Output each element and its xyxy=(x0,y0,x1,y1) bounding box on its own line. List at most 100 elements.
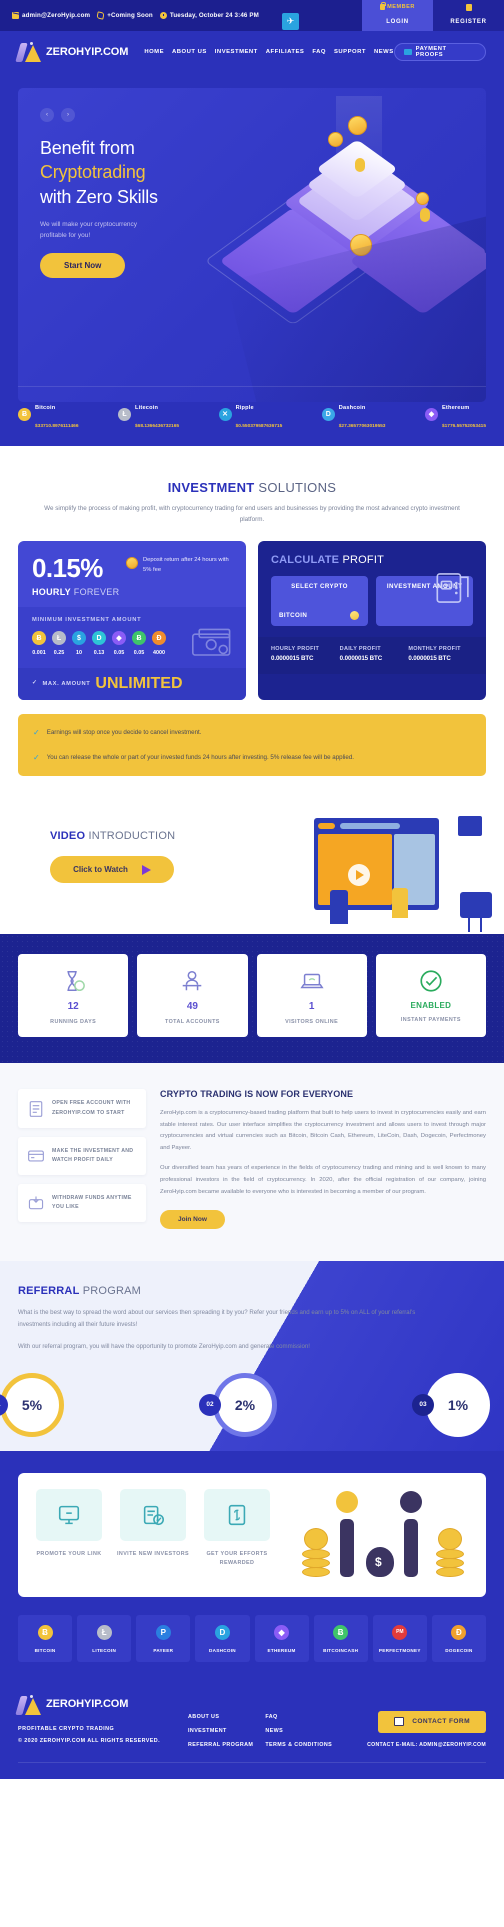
bitcoin-icon xyxy=(350,611,359,621)
footer-link-about-us[interactable]: ABOUT US xyxy=(188,1714,253,1720)
nav-item-affiliates[interactable]: AFFILIATES xyxy=(266,49,305,55)
payment-proofs-icon xyxy=(403,48,412,55)
referral-level-value: 1% xyxy=(426,1372,490,1437)
join-now-button[interactable]: Join Now xyxy=(160,1210,225,1230)
ticker-item: ✕ Ripple $0.550379587636715 xyxy=(218,396,282,432)
ticker-name: Ethereum xyxy=(441,405,470,411)
footer-tagline: PROFITABLE CRYPTO TRADING xyxy=(18,1725,115,1732)
contact-email-item[interactable]: admin@ZeroHyip.com xyxy=(12,12,90,19)
carousel-prev-icon[interactable]: ‹ xyxy=(40,108,54,122)
hero-subtitle: We will make your cryptocurrency profita… xyxy=(40,219,137,241)
hero-title-line1: Benefit from xyxy=(40,138,135,158)
top-bar-info: admin@ZeroHyip.com +Coming Soon Tuesday,… xyxy=(0,0,362,31)
stat-value: 49 xyxy=(186,1001,198,1013)
start-now-button[interactable]: Start Now xyxy=(40,253,126,278)
payeer-icon: $ xyxy=(72,631,86,646)
contact-form-button[interactable]: CONTACT FORM xyxy=(378,1710,486,1733)
crypto-trading-section: OPEN FREE ACCOUNT WITH ZEROHYIP.COM TO S… xyxy=(0,1063,504,1261)
footer-link-news[interactable]: NEWS xyxy=(265,1728,332,1734)
footer-row: ZEROHYIP.COM PROFITABLE CRYPTO TRADING ©… xyxy=(15,1694,486,1748)
footer-link-column-2: FAQ NEWS TERMS & CONDITIONS xyxy=(265,1714,332,1748)
payment-method-bitcoin[interactable]: Ƀ BITCOIN xyxy=(18,1614,73,1662)
payment-method-litecoin[interactable]: Ł LITECOIN xyxy=(77,1614,132,1662)
footer-link-investment[interactable]: INVESTMENT xyxy=(188,1728,253,1734)
payment-proofs-button[interactable]: PAYMENT PROOFS xyxy=(393,42,486,61)
footer-link-referral-program[interactable]: REFERRAL PROGRAM xyxy=(188,1742,253,1748)
select-crypto-label: SELECT CRYPTO xyxy=(291,583,348,591)
referral-heading: REFERRAL PROGRAM xyxy=(18,1285,486,1297)
payment-method-dogecoin[interactable]: Ð DOGECOIN xyxy=(431,1614,486,1662)
nav-item-home[interactable]: HOME xyxy=(144,49,164,55)
contact-phone-item[interactable]: +Coming Soon xyxy=(96,11,153,20)
payment-method-label: BITCOIN xyxy=(34,1647,56,1653)
footer-link-terms[interactable]: TERMS & CONDITIONS xyxy=(265,1742,332,1748)
payment-proofs-label: PAYMENT PROOFS xyxy=(415,45,447,58)
member-label-wrap: MEMBER xyxy=(380,1,415,10)
stat-card-running-days: 12 RUNNING DAYS xyxy=(18,954,129,1038)
calculator-heading: CALCULATE PROFIT xyxy=(271,554,473,566)
brand-logo[interactable]: ZEROHYIP.COM xyxy=(15,41,128,62)
stat-value: 1 xyxy=(308,1001,315,1013)
bitcoincash-icon: Ƀ xyxy=(132,631,146,646)
calculator-top: CALCULATE PROFIT SELECT CRYPTO BITCOIN I… xyxy=(258,541,486,637)
login-label: LOGIN xyxy=(386,19,409,25)
crypto-trading-paragraph: Our diversified team has years of experi… xyxy=(160,1165,486,1195)
payment-method-dashcoin[interactable]: D DASHCOIN xyxy=(195,1614,250,1662)
step-open-account[interactable]: OPEN FREE ACCOUNT WITH ZEROHYIP.COM TO S… xyxy=(18,1089,146,1128)
footer-logo[interactable]: ZEROHYIP.COM xyxy=(15,1694,188,1715)
document-icon xyxy=(29,1100,43,1117)
payment-method-perfectmoney[interactable]: PM PERFECTMONEY xyxy=(372,1614,427,1662)
select-crypto-dropdown[interactable]: SELECT CRYPTO BITCOIN xyxy=(271,576,368,627)
crypto-trading-steps: OPEN FREE ACCOUNT WITH ZEROHYIP.COM TO S… xyxy=(18,1089,146,1231)
footer-link-faq[interactable]: FAQ xyxy=(265,1714,332,1720)
monthly-profit-value: 0.0000015 BTC xyxy=(408,655,451,663)
payment-methods-section: Ƀ BITCOIN Ł LITECOIN P PAYEER D DASHCOIN… xyxy=(0,1614,504,1680)
register-card-icon xyxy=(465,4,472,11)
footer-divider xyxy=(18,1761,486,1763)
step-withdraw-funds[interactable]: WITHDRAW FUNDS ANYTIME YOU LIKE xyxy=(18,1183,146,1222)
notice-item: ✓ Earnings will stop once you decide to … xyxy=(33,727,471,738)
referral-level-value: 2% xyxy=(213,1372,277,1437)
page-root: admin@ZeroHyip.com +Coming Soon Tuesday,… xyxy=(0,0,504,1779)
hourly-profit-label: HOURLY PROFIT xyxy=(271,646,320,653)
login-button[interactable]: MEMBER LOGIN xyxy=(362,0,433,31)
plan-amount: 4000 xyxy=(153,650,165,657)
payment-method-ethereum[interactable]: ◆ ETHEREUM xyxy=(254,1614,309,1662)
promo-label: INVITE NEW INVESTORS xyxy=(117,1550,189,1557)
calculator-heading-bold: CALCULATE xyxy=(271,554,340,567)
ethereum-icon: ◆ xyxy=(112,631,126,646)
carousel-next-icon[interactable]: › xyxy=(61,108,75,122)
payment-method-payeer[interactable]: P PAYEER xyxy=(136,1614,191,1662)
payment-method-bitcoincash[interactable]: Ƀ BITCOINCASH xyxy=(313,1614,368,1662)
plan-note-text: Deposit return after 24 hours with 5% fe… xyxy=(143,557,229,573)
footer-link-column-1: ABOUT US INVESTMENT REFERRAL PROGRAM xyxy=(188,1714,253,1748)
nav-item-support[interactable]: SUPPORT xyxy=(334,49,366,55)
referral-level-value: 5% xyxy=(0,1372,64,1437)
clock-icon xyxy=(159,12,167,19)
ticker-item: ◆ Ethereum $1776.55752053415 xyxy=(424,396,486,432)
register-button[interactable]: REGISTER xyxy=(433,0,504,31)
hero-title-line2: Cryptotrading xyxy=(40,162,146,183)
payment-method-label: PAYEER xyxy=(153,1647,174,1653)
step-text: MAKE THE INVESTMENT AND WATCH PROFIT DAI… xyxy=(52,1147,134,1163)
step-make-investment[interactable]: MAKE THE INVESTMENT AND WATCH PROFIT DAI… xyxy=(18,1136,146,1175)
hero-illustration xyxy=(204,96,486,346)
nav-item-about-us[interactable]: ABOUT US xyxy=(172,49,207,55)
nav-item-news[interactable]: NEWS xyxy=(374,49,394,55)
hero-title: Benefit from Cryptotrading with Zero Ski… xyxy=(40,136,158,209)
coin-icon xyxy=(126,557,138,570)
check-icon: ✓ xyxy=(33,753,40,763)
nav-item-faq[interactable]: FAQ xyxy=(312,49,326,55)
telegram-icon[interactable]: ✈ xyxy=(282,13,299,30)
notice-text: Earnings will stop once you decide to ca… xyxy=(46,729,202,737)
video-heading-bold: VIDEO xyxy=(50,830,86,843)
datetime-text: Tuesday, October 24 3:46 PM xyxy=(169,12,259,19)
plan-note: Deposit return after 24 hours with 5% fe… xyxy=(126,556,234,575)
ticker-item: Ł Litecoin $68.1366436732165 xyxy=(118,396,179,432)
step-text: WITHDRAW FUNDS ANYTIME YOU LIKE xyxy=(52,1194,132,1210)
contact-email-text: admin@ZeroHyip.com xyxy=(22,12,91,19)
nav-item-investment[interactable]: INVESTMENT xyxy=(215,49,258,55)
logo-icon xyxy=(15,1694,41,1715)
click-to-watch-button[interactable]: Click to Watch xyxy=(50,856,174,884)
crypto-trading-title: CRYPTO TRADING IS NOW FOR EVERYONE xyxy=(160,1089,354,1100)
